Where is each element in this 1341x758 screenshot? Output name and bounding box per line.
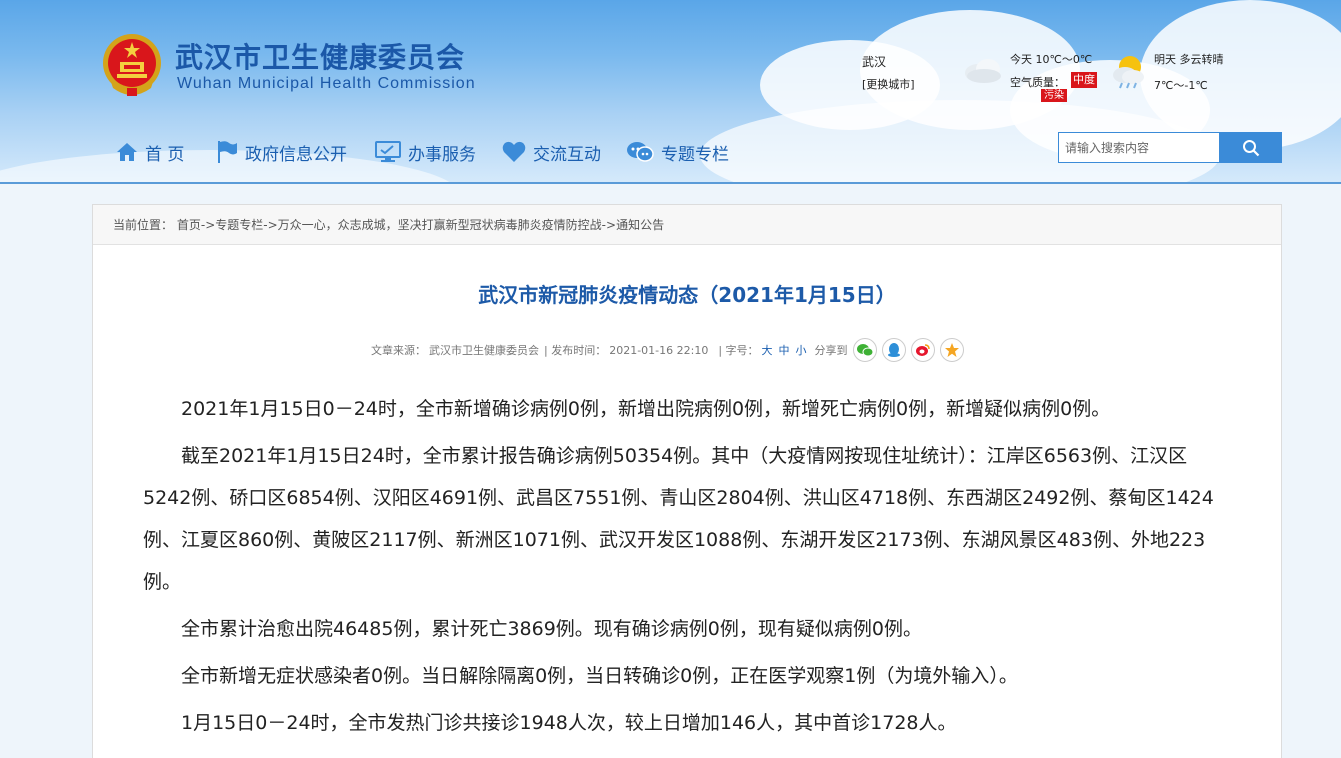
nav-item-home[interactable]: 首 页	[116, 137, 184, 167]
monitor-icon	[375, 141, 401, 162]
air-quality-badge-2: 污染	[1041, 89, 1067, 102]
nav-item-label: 首 页	[145, 144, 185, 165]
font-size-small-button[interactable]: 小	[796, 342, 807, 358]
nav-item-interaction[interactable]: 交流互动	[502, 137, 601, 167]
weather-city: 武汉	[862, 55, 887, 69]
site-title: 武汉市卫生健康委员会	[175, 41, 466, 74]
weather-tomorrow-temp: 7℃～-1℃	[1154, 79, 1208, 92]
article-body: 2021年1月15日0－24时，全市新增确诊病例0例，新增出院病例0例，新增死亡…	[143, 388, 1235, 749]
cloudy-weather-icon	[965, 59, 1001, 83]
site-title-en: Wuhan Municipal Health Commission	[177, 75, 476, 92]
air-quality-badge: 中度	[1071, 72, 1097, 88]
share-qq-button[interactable]	[881, 338, 906, 362]
star-icon	[944, 343, 959, 357]
weather-tomorrow: 明天 多云转晴	[1154, 53, 1224, 66]
air-quality-label: 空气质量：	[1010, 76, 1065, 89]
change-city-link[interactable]: [更换城市]	[862, 76, 915, 92]
flag-icon	[218, 141, 237, 163]
breadcrumb-item-topics[interactable]: 专题专栏	[215, 218, 263, 232]
share-weibo-button[interactable]	[910, 338, 935, 362]
article-paragraph: 截至2021年1月15日24时，全市累计报告确诊病例50354例。其中（大疫情网…	[143, 445, 1214, 593]
search-input[interactable]	[1059, 133, 1219, 162]
breadcrumb-item-campaign[interactable]: 万众一心，众志成城，坚决打赢新型冠状病毒肺炎疫情防控战	[278, 218, 602, 232]
heart-icon	[502, 141, 526, 162]
search-box	[1058, 132, 1282, 163]
header-divider	[0, 182, 1341, 184]
article-title: 武汉市新冠肺炎疫情动态（2021年1月15日）	[478, 283, 896, 307]
nav-item-label: 政府信息公开	[245, 144, 347, 165]
chat-icon	[627, 142, 654, 162]
qq-icon	[887, 343, 900, 357]
article-paragraph: 1月15日0－24时，全市发热门诊共接诊1948人次，较上日增加146人，其中首…	[181, 712, 957, 734]
article-meta: 文章来源： 武汉市卫生健康委员会 | 发布时间： 2021-01-16 22:1…	[371, 337, 964, 363]
breadcrumb-separator: ->	[263, 218, 278, 232]
article-paragraph: 全市新增无症状感染者0例。当日解除隔离0例，当日转确诊0例，正在医学观察1例（为…	[181, 665, 1018, 687]
breadcrumb-item-home[interactable]: 首页	[177, 218, 201, 232]
fontsize-label: | 字号：	[718, 344, 759, 357]
publish-time: 2021-01-16 22:10	[609, 343, 709, 357]
font-size-large-button[interactable]: 大	[762, 342, 773, 358]
nav-item-gov-info[interactable]: 政府信息公开	[216, 137, 347, 167]
site-header: 武汉市卫生健康委员会 Wuhan Municipal Health Commis…	[0, 0, 1341, 184]
nav-item-label: 交流互动	[533, 144, 601, 165]
search-icon	[1242, 139, 1259, 156]
font-size-medium-button[interactable]: 中	[779, 342, 790, 358]
article-paragraph: 全市累计治愈出院46485例，累计死亡3869例。现有确诊病例0例，现有疑似病例…	[181, 618, 922, 640]
breadcrumb-separator: ->	[200, 218, 216, 232]
home-icon	[117, 143, 137, 161]
weather-today: 今天 10℃～0℃	[1010, 53, 1093, 66]
article-source: 武汉市卫生健康委员会	[429, 344, 539, 357]
article-container: 当前位置： 首页->专题专栏->万众一心，众志成城，坚决打赢新型冠状病毒肺炎疫情…	[92, 204, 1282, 758]
wechat-icon	[856, 344, 873, 357]
share-favorite-button[interactable]	[939, 338, 964, 362]
nav-item-services[interactable]: 办事服务	[375, 137, 476, 167]
nav-item-topics[interactable]: 专题专栏	[626, 137, 729, 167]
breadcrumb-item-notices[interactable]: 通知公告	[616, 218, 664, 232]
search-button[interactable]	[1219, 132, 1282, 163]
breadcrumb: 当前位置： 首页->专题专栏->万众一心，众志成城，坚决打赢新型冠状病毒肺炎疫情…	[93, 205, 1281, 245]
breadcrumb-label: 当前位置：	[113, 218, 174, 232]
article-paragraph: 2021年1月15日0－24时，全市新增确诊病例0例，新增出院病例0例，新增死亡…	[181, 398, 1111, 420]
source-label: 文章来源：	[371, 344, 426, 357]
nav-item-label: 办事服务	[408, 144, 476, 165]
share-wechat-button[interactable]	[852, 338, 877, 362]
national-emblem-icon	[103, 34, 161, 96]
breadcrumb-separator: ->	[601, 218, 617, 232]
nav-item-label: 专题专栏	[661, 144, 729, 165]
sunny-cloudy-weather-icon	[1113, 56, 1144, 89]
weibo-icon	[915, 344, 930, 356]
publish-label: | 发布时间：	[544, 344, 607, 357]
share-label: 分享到	[814, 344, 848, 357]
